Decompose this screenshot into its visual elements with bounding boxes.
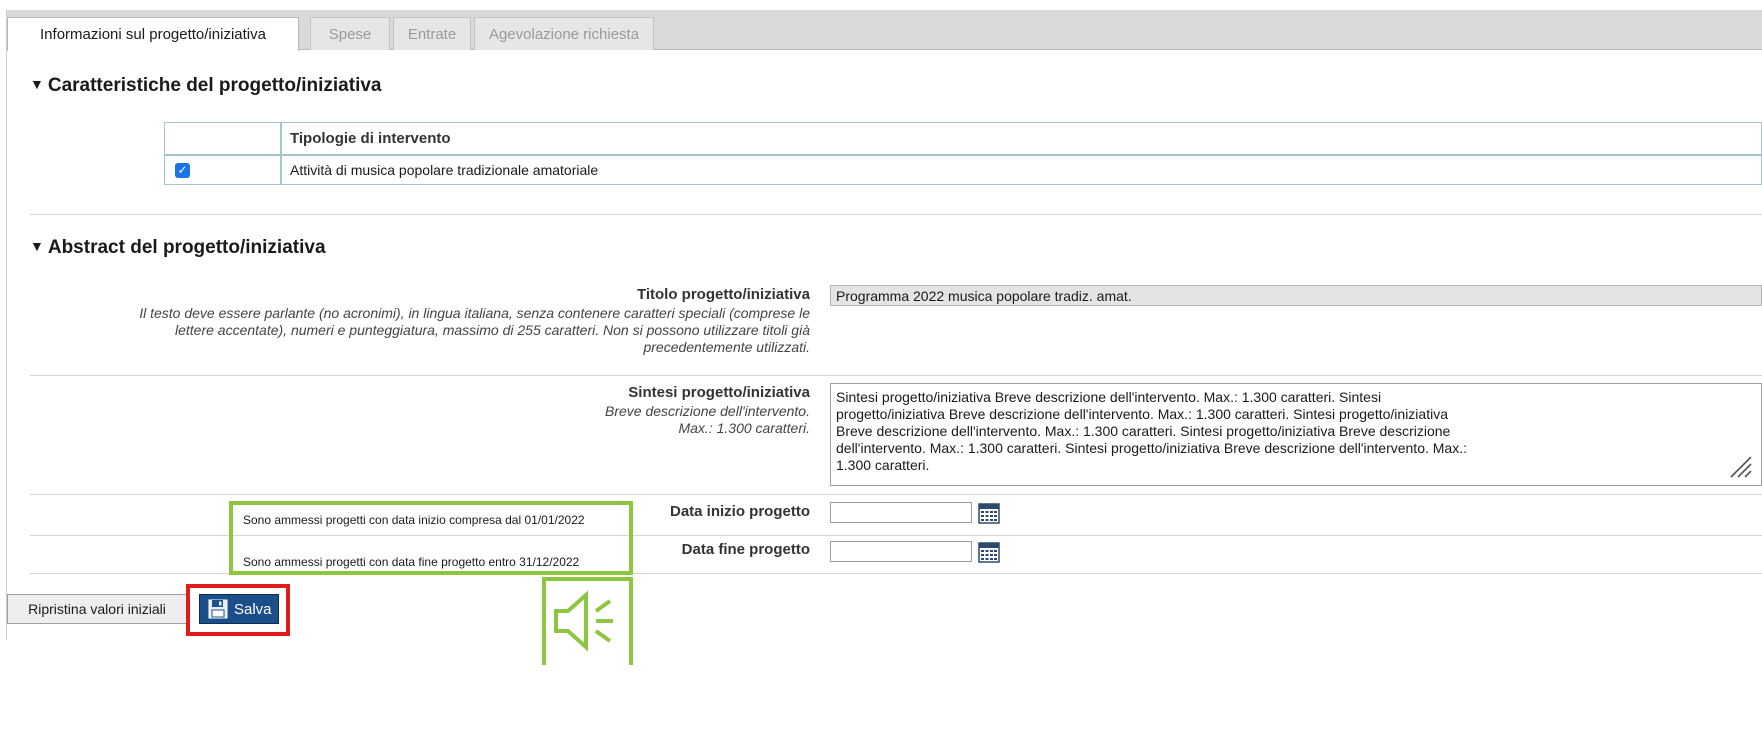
data-inizio-label: Data inizio progetto <box>670 503 810 520</box>
row-tipologia-label: Attività di musica popolare tradizionale… <box>281 155 1762 185</box>
data-fine-note: Sono ammessi progetti con data fine prog… <box>243 555 580 569</box>
speaker-icon[interactable] <box>546 581 629 661</box>
resize-grip-icon[interactable] <box>1727 453 1753 479</box>
data-fine-input[interactable] <box>830 541 972 562</box>
header-tipologie: Tipologie di intervento <box>281 122 1762 155</box>
divider <box>30 214 1762 215</box>
section-caratteristiche-title[interactable]: ▼ Caratteristiche del progetto/iniziativa <box>30 75 382 97</box>
save-label: Salva <box>234 600 272 618</box>
tab-spese[interactable]: Spese <box>310 17 390 50</box>
tab-entrate[interactable]: Entrate <box>393 17 471 50</box>
floppy-disk-icon <box>208 599 228 619</box>
tab-strip: Informazioni sul progetto/iniziativa Spe… <box>7 10 1762 51</box>
row-check-cell: ✓ <box>164 155 281 185</box>
header-check-cell <box>164 122 281 155</box>
sintesi-hint-line: Max.: 1.300 caratteri. <box>678 420 810 436</box>
interventi-table-header: Tipologie di intervento <box>164 122 1762 155</box>
sintesi-text-line: 1.300 caratteri. <box>836 457 930 473</box>
titolo-hint-line: lettere accentate), numeri e punteggiatu… <box>175 322 810 338</box>
divider <box>30 375 1762 376</box>
checkbox-icon[interactable]: ✓ <box>175 163 190 178</box>
calendar-icon[interactable] <box>978 502 1000 524</box>
table-row: ✓ Attività di musica popolare tradiziona… <box>164 155 1762 185</box>
divider <box>30 494 1762 495</box>
data-fine-label: Data fine progetto <box>681 541 810 558</box>
sintesi-textarea[interactable]: Sintesi progetto/iniziativa Breve descri… <box>830 383 1762 486</box>
interventi-table: Tipologie di intervento ✓ Attività di mu… <box>164 122 1762 185</box>
data-inizio-input[interactable] <box>830 502 972 523</box>
speaker-highlight <box>542 577 633 665</box>
sintesi-text-line: Sintesi progetto/iniziativa Breve descri… <box>836 389 1382 405</box>
data-inizio-note: Sono ammessi progetti con data inizio co… <box>243 513 585 527</box>
sintesi-hint: Breve descrizione dell'intervento. Max.:… <box>410 403 810 437</box>
tab-agevolazione[interactable]: Agevolazione richiesta <box>474 17 654 50</box>
calendar-icon[interactable] <box>978 541 1000 563</box>
tab-informazioni[interactable]: Informazioni sul progetto/iniziativa <box>7 17 299 51</box>
titolo-input[interactable]: Programma 2022 musica popolare tradiz. a… <box>830 285 1762 306</box>
triangle-down-icon: ▼ <box>30 238 44 254</box>
titolo-hint: Il testo deve essere parlante (no acroni… <box>0 305 810 356</box>
section-abstract-label: Abstract del progetto/iniziativa <box>47 237 326 258</box>
save-button[interactable]: Salva <box>199 594 279 624</box>
sintesi-text-line: dell'intervento. Max.: 1.300 caratteri. … <box>836 440 1467 456</box>
titolo-label: Titolo progetto/iniziativa <box>636 286 810 303</box>
section-abstract-title[interactable]: ▼ Abstract del progetto/iniziativa <box>30 237 326 259</box>
section-caratteristiche-label: Caratteristiche del progetto/iniziativa <box>47 75 382 96</box>
sintesi-text-line: Breve descrizione dell'intervento. Max.:… <box>836 423 1451 439</box>
top-bar <box>0 0 1762 10</box>
titolo-hint-line: precedentemente utilizzati. <box>643 339 810 355</box>
reset-button[interactable]: Ripristina valori iniziali <box>7 594 187 624</box>
sintesi-label: Sintesi progetto/iniziativa <box>628 384 810 401</box>
sintesi-text-line: progetto/iniziativa Breve descrizione de… <box>836 406 1448 422</box>
sintesi-hint-line: Breve descrizione dell'intervento. <box>604 403 810 419</box>
triangle-down-icon: ▼ <box>30 76 44 92</box>
titolo-hint-line: Il testo deve essere parlante (no acroni… <box>139 305 810 321</box>
